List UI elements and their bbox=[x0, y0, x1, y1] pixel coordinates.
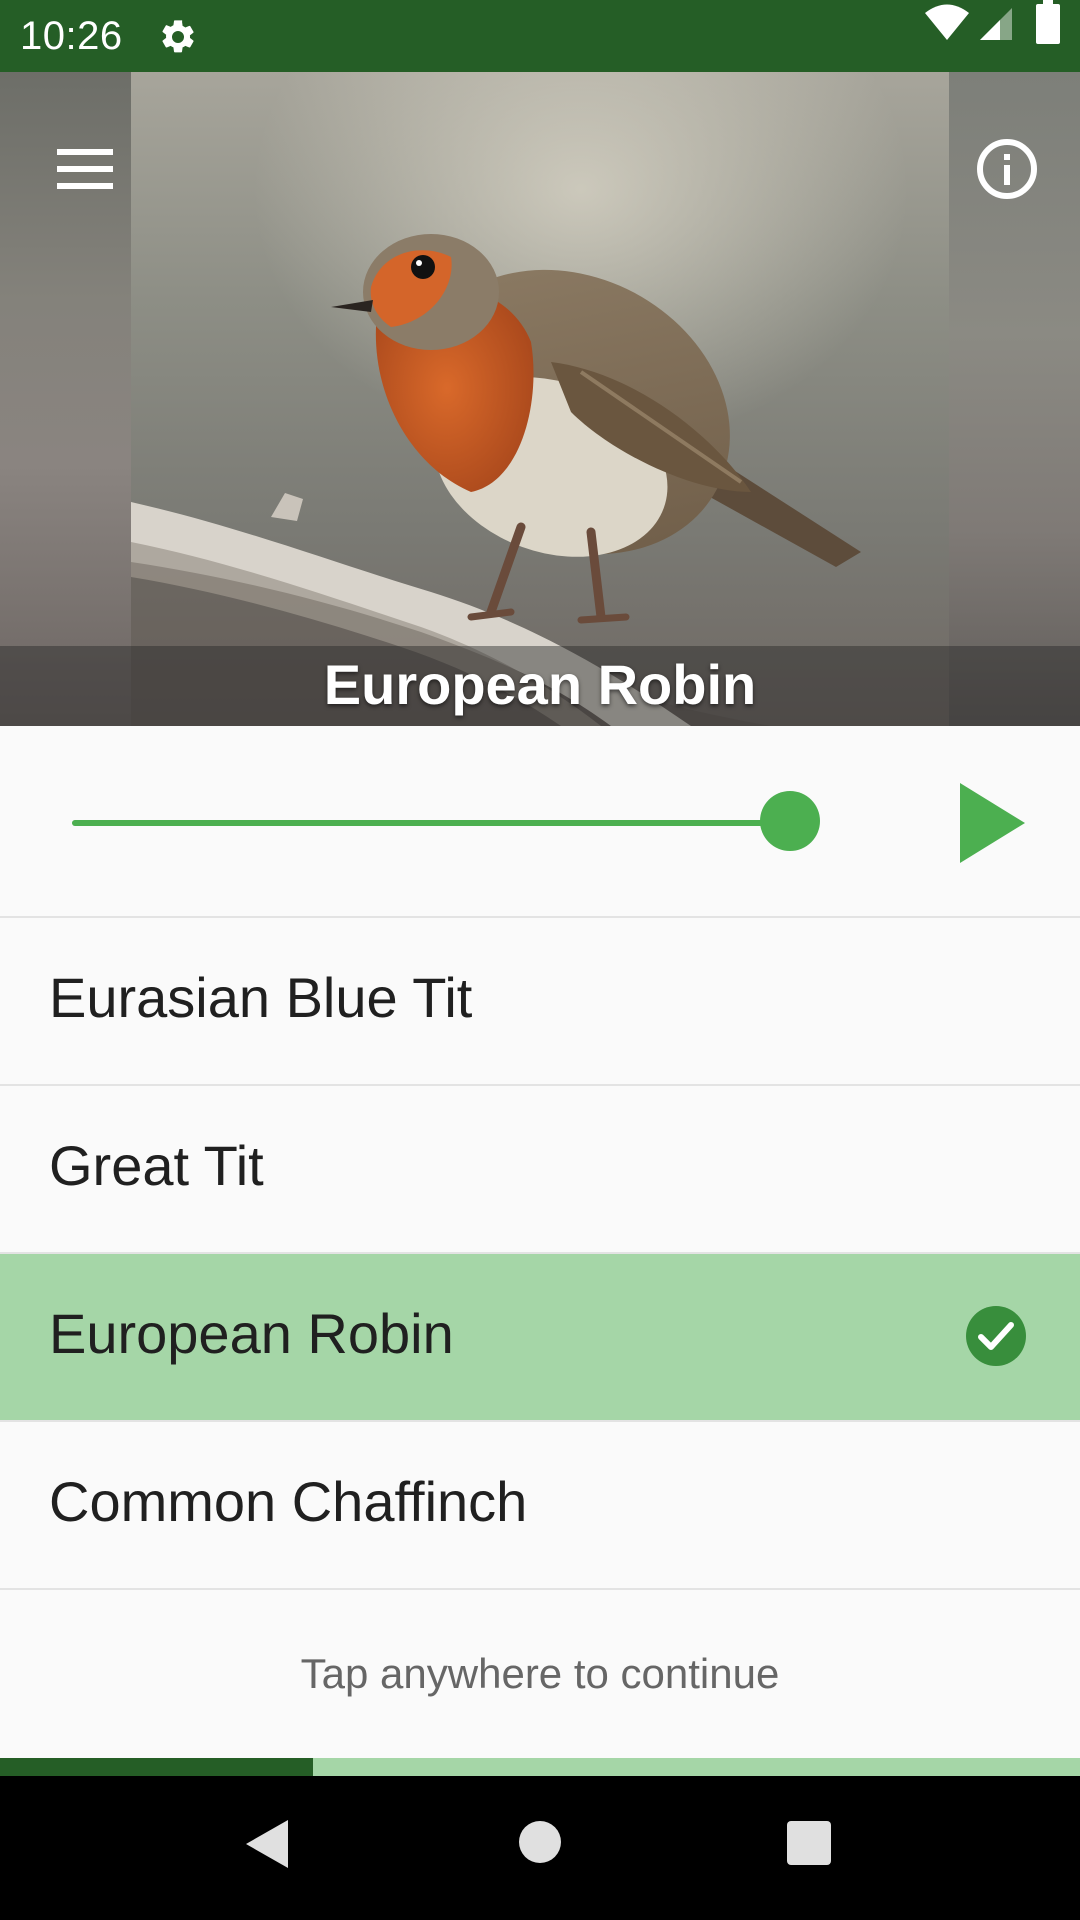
status-bar: 10:26 bbox=[0, 0, 1080, 72]
info-icon bbox=[977, 139, 1037, 199]
answer-option[interactable]: Great Tit bbox=[0, 1086, 1080, 1254]
answer-option[interactable]: Eurasian Blue Tit bbox=[0, 918, 1080, 1086]
bird-hero-image: European Robin bbox=[0, 72, 1080, 726]
play-icon bbox=[960, 783, 1025, 863]
answer-label: European Robin bbox=[49, 1302, 454, 1365]
quiz-progress-bar bbox=[0, 1758, 1080, 1776]
home-icon[interactable] bbox=[518, 1820, 562, 1864]
back-icon[interactable] bbox=[244, 1818, 290, 1870]
answer-label: Common Chaffinch bbox=[49, 1470, 528, 1533]
answer-label: Great Tit bbox=[49, 1134, 264, 1197]
answer-option-correct[interactable]: European Robin bbox=[0, 1254, 1080, 1422]
continue-hint[interactable]: Tap anywhere to continue bbox=[0, 1590, 1080, 1758]
wifi-icon bbox=[925, 4, 969, 40]
seek-fill bbox=[72, 820, 790, 826]
recents-icon[interactable] bbox=[786, 1820, 832, 1866]
system-nav-bar bbox=[0, 1776, 1080, 1920]
answer-label: Eurasian Blue Tit bbox=[49, 966, 473, 1029]
status-time: 10:26 bbox=[20, 14, 123, 58]
answer-list: Eurasian Blue Tit Great Tit European Rob… bbox=[0, 918, 1080, 1590]
play-button[interactable] bbox=[950, 778, 1030, 868]
hamburger-menu-icon bbox=[57, 149, 113, 189]
battery-icon bbox=[1036, 0, 1060, 44]
hero-caption: European Robin bbox=[323, 653, 757, 716]
info-button[interactable] bbox=[962, 124, 1052, 214]
european-robin-photo bbox=[131, 72, 949, 726]
seek-track[interactable] bbox=[72, 820, 790, 826]
settings-gear-icon bbox=[162, 20, 194, 53]
menu-button[interactable] bbox=[40, 124, 130, 214]
quiz-progress-fill bbox=[0, 1758, 314, 1776]
cell-signal-icon bbox=[980, 8, 1012, 40]
audio-player bbox=[0, 726, 1080, 916]
check-circle-icon bbox=[966, 1306, 1026, 1366]
answer-option[interactable]: Common Chaffinch bbox=[0, 1422, 1080, 1590]
seek-thumb[interactable] bbox=[760, 791, 820, 851]
